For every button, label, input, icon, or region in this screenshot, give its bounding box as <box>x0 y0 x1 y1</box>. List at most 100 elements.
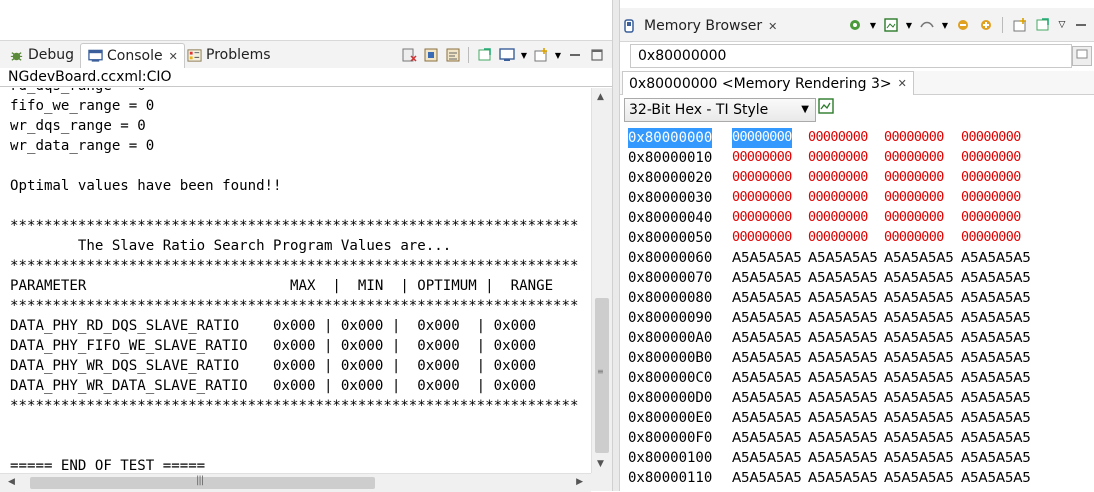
memory-address[interactable]: 0x80000050 <box>628 228 712 248</box>
memory-word[interactable]: A5A5A5A5 <box>732 328 802 348</box>
view-menu-icon[interactable]: ▽ <box>1057 16 1067 34</box>
scroll-right-icon[interactable]: ▶ <box>576 477 583 487</box>
connect-icon[interactable] <box>918 16 936 34</box>
memory-table[interactable]: 0x80000000 00000000 00000000 00000000 000000… <box>628 128 1094 491</box>
memory-word[interactable]: 00000000 <box>808 188 868 208</box>
memory-row[interactable]: 0x800000E0 A5A5A5A5 A5A5A5A5 A5A5A5A5 A5A5A5… <box>628 408 1094 428</box>
horizontal-scrollbar[interactable]: ◀ ||| ▶ <box>0 473 591 492</box>
memory-word[interactable]: 00000000 <box>884 208 944 228</box>
memory-address-input[interactable]: 0x80000000 <box>630 44 1072 68</box>
memory-address[interactable]: 0x800000A0 <box>628 328 712 348</box>
minimize-icon[interactable] <box>566 46 584 64</box>
chevron-down-icon[interactable]: ▼ <box>905 16 913 34</box>
console-output[interactable]: rd_dqs_range = 0 fifo_we_range = 0 wr_dqs_… <box>0 88 591 473</box>
memory-word[interactable]: A5A5A5A5 <box>884 468 954 488</box>
memory-word[interactable]: A5A5A5A5 <box>884 268 954 288</box>
memory-word[interactable]: 00000000 <box>961 148 1021 168</box>
memory-word[interactable]: A5A5A5A5 <box>732 428 802 448</box>
tab-console[interactable]: Console ✕ <box>80 43 185 68</box>
memory-address[interactable]: 0x80000030 <box>628 188 712 208</box>
memory-word[interactable]: 00000000 <box>961 168 1021 188</box>
memory-row[interactable]: 0x800000D0 A5A5A5A5 A5A5A5A5 A5A5A5A5 A5A5A5… <box>628 388 1094 408</box>
memory-word[interactable]: A5A5A5A5 <box>808 368 878 388</box>
memory-word[interactable]: A5A5A5A5 <box>961 328 1031 348</box>
memory-address[interactable]: 0x80000100 <box>628 448 712 468</box>
memory-word[interactable]: A5A5A5A5 <box>808 468 878 488</box>
close-icon[interactable]: ✕ <box>768 20 777 33</box>
memory-word[interactable]: 00000000 <box>732 168 792 188</box>
memory-address[interactable]: 0x80000000 <box>628 128 713 148</box>
memory-word[interactable]: A5A5A5A5 <box>961 348 1031 368</box>
maximize-icon[interactable] <box>588 46 606 64</box>
memory-word[interactable]: A5A5A5A5 <box>884 388 954 408</box>
memory-row[interactable]: 0x80000020 00000000 00000000 00000000 000000… <box>628 168 1094 188</box>
memory-row[interactable]: 0x800000C0 A5A5A5A5 A5A5A5A5 A5A5A5A5 A5A5A5… <box>628 368 1094 388</box>
memory-row[interactable]: 0x80000030 00000000 00000000 00000000 000000… <box>628 188 1094 208</box>
memory-word[interactable]: A5A5A5A5 <box>884 408 954 428</box>
memory-address[interactable]: 0x80000040 <box>628 208 712 228</box>
memory-word[interactable]: A5A5A5A5 <box>884 248 954 268</box>
memory-row[interactable]: 0x80000050 00000000 00000000 00000000 000000… <box>628 228 1094 248</box>
chevron-down-icon[interactable]: ▼ <box>520 46 528 64</box>
memory-word[interactable]: A5A5A5A5 <box>808 308 878 328</box>
memory-row[interactable]: 0x80000060 A5A5A5A5 A5A5A5A5 A5A5A5A5 A5A5A5… <box>628 248 1094 268</box>
memory-word[interactable]: A5A5A5A5 <box>884 308 954 328</box>
scroll-up-icon[interactable]: ▲ <box>597 92 604 102</box>
memory-word[interactable]: A5A5A5A5 <box>732 308 802 328</box>
export-icon[interactable] <box>977 16 995 34</box>
memory-word[interactable]: 00000000 <box>884 148 944 168</box>
memory-word[interactable]: A5A5A5A5 <box>732 408 802 428</box>
memory-word[interactable]: 00000000 <box>961 188 1021 208</box>
memory-word[interactable]: A5A5A5A5 <box>961 308 1031 328</box>
memory-word[interactable]: A5A5A5A5 <box>884 368 954 388</box>
memory-word[interactable]: A5A5A5A5 <box>961 468 1031 488</box>
go-button[interactable] <box>1072 46 1092 66</box>
pin-icon[interactable] <box>1034 16 1052 34</box>
memory-word[interactable]: A5A5A5A5 <box>808 328 878 348</box>
memory-word[interactable]: A5A5A5A5 <box>732 368 802 388</box>
memory-word[interactable]: A5A5A5A5 <box>961 288 1031 308</box>
memory-word[interactable]: 00000000 <box>732 208 792 228</box>
memory-word[interactable]: 00000000 <box>732 128 792 148</box>
memory-word[interactable]: A5A5A5A5 <box>808 388 878 408</box>
memory-word[interactable]: A5A5A5A5 <box>808 288 878 308</box>
memory-word[interactable]: 00000000 <box>884 168 944 188</box>
memory-word[interactable]: A5A5A5A5 <box>961 248 1031 268</box>
memory-word[interactable]: A5A5A5A5 <box>961 448 1031 468</box>
clear-console-icon[interactable] <box>400 46 418 64</box>
new-console-icon[interactable] <box>532 46 550 64</box>
memory-address[interactable]: 0x80000010 <box>628 148 712 168</box>
memory-word[interactable]: A5A5A5A5 <box>961 368 1031 388</box>
memory-row[interactable]: 0x80000090 A5A5A5A5 A5A5A5A5 A5A5A5A5 A5A5A5… <box>628 308 1094 328</box>
memory-word[interactable]: A5A5A5A5 <box>808 428 878 448</box>
memory-word[interactable]: A5A5A5A5 <box>732 468 802 488</box>
memory-row[interactable]: 0x80000080 A5A5A5A5 A5A5A5A5 A5A5A5A5 A5A5A5… <box>628 288 1094 308</box>
memory-address[interactable]: 0x800000E0 <box>628 408 712 428</box>
pane-divider[interactable] <box>612 0 620 491</box>
memory-row[interactable]: 0x800000B0 A5A5A5A5 A5A5A5A5 A5A5A5A5 A5A5A5… <box>628 348 1094 368</box>
memory-word[interactable]: A5A5A5A5 <box>732 268 802 288</box>
memory-word[interactable]: 00000000 <box>808 148 868 168</box>
memory-word[interactable]: A5A5A5A5 <box>884 348 954 368</box>
memory-row[interactable]: 0x800000A0 A5A5A5A5 A5A5A5A5 A5A5A5A5 A5A5A5… <box>628 328 1094 348</box>
memory-word[interactable]: 00000000 <box>808 168 868 188</box>
memory-row[interactable]: 0x80000100 A5A5A5A5 A5A5A5A5 A5A5A5A5 A5A5A5… <box>628 448 1094 468</box>
memory-word[interactable]: A5A5A5A5 <box>808 448 878 468</box>
memory-address[interactable]: 0x800000D0 <box>628 388 712 408</box>
memory-word[interactable]: 00000000 <box>961 228 1021 248</box>
chevron-down-icon[interactable]: ▼ <box>554 46 562 64</box>
close-icon[interactable]: ✕ <box>169 50 178 63</box>
memory-word[interactable]: 00000000 <box>961 128 1021 148</box>
memory-row[interactable]: 0x800000F0 A5A5A5A5 A5A5A5A5 A5A5A5A5 A5A5A5… <box>628 428 1094 448</box>
vertical-scrollbar[interactable]: ▲ ≡ ▼ <box>591 88 613 473</box>
chevron-down-icon[interactable]: ▼ <box>941 16 949 34</box>
memory-word[interactable]: A5A5A5A5 <box>808 268 878 288</box>
memory-word[interactable]: 00000000 <box>884 188 944 208</box>
pin-console-icon[interactable] <box>476 46 494 64</box>
memory-word[interactable]: 00000000 <box>808 128 868 148</box>
memory-word[interactable]: A5A5A5A5 <box>884 288 954 308</box>
memory-word[interactable]: A5A5A5A5 <box>961 268 1031 288</box>
memory-word[interactable]: A5A5A5A5 <box>961 388 1031 408</box>
memory-word[interactable]: A5A5A5A5 <box>808 408 878 428</box>
scroll-lock-icon[interactable] <box>422 46 440 64</box>
